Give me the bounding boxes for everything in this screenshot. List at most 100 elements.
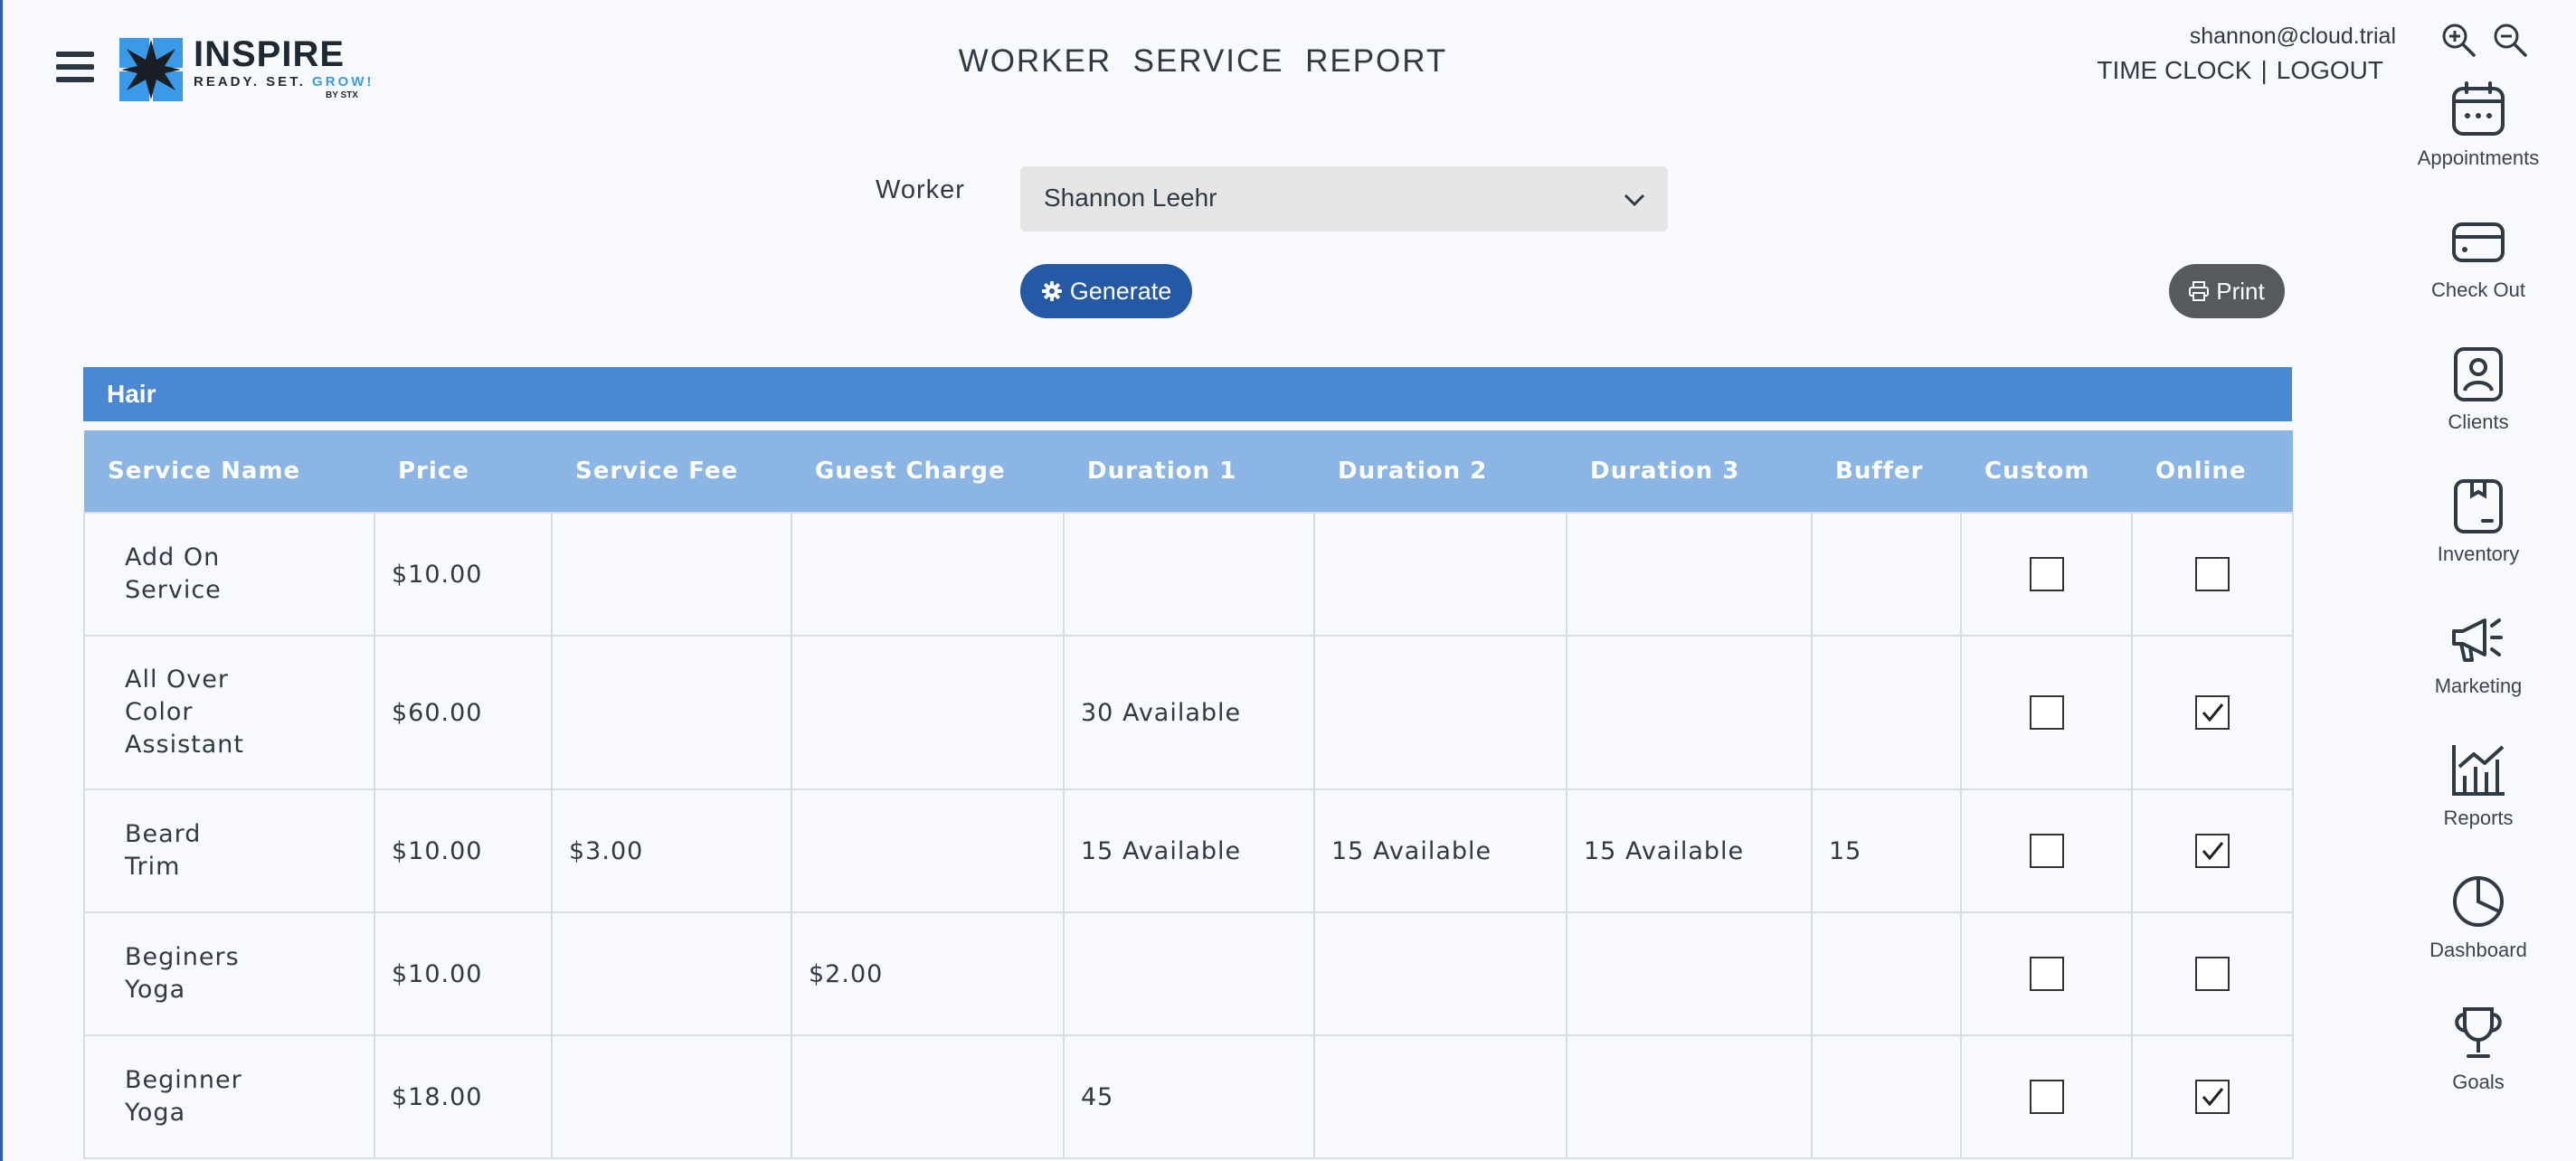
user-email: shannon@cloud.trial <box>2189 24 2396 49</box>
online-cell <box>2131 911 2294 1036</box>
duration-3-cell <box>1566 635 1813 790</box>
nav-label: Reports <box>2443 807 2514 829</box>
service-table: Service Name Price Service Fee Guest Cha… <box>83 430 2294 1159</box>
nav-inventory[interactable]: Inventory <box>2397 476 2560 608</box>
service-name-cell: Beginers Yoga <box>83 911 375 1036</box>
custom-checkbox[interactable] <box>2029 1080 2064 1114</box>
service-name-line: All Over <box>125 665 229 694</box>
column-header: Buffer <box>1812 430 1961 513</box>
zoom-out-icon[interactable] <box>2492 22 2528 58</box>
zoom-in-icon[interactable] <box>2440 22 2477 58</box>
nav-check-out[interactable]: Check Out <box>2397 212 2560 344</box>
service-name-line: Beginers <box>125 943 240 971</box>
online-checkbox[interactable] <box>2195 695 2230 730</box>
service-name-line: Beginner <box>125 1066 242 1094</box>
online-cell <box>2131 1034 2294 1159</box>
column-header: Online <box>2132 430 2293 513</box>
service-name-cell: Beard Trim <box>83 788 375 913</box>
service-name-cell: Add On Service <box>83 512 375 637</box>
duration-1-cell <box>1063 911 1315 1036</box>
custom-cell <box>1960 788 2133 913</box>
worker-select-value: Shannon Leehr <box>1044 184 1217 212</box>
custom-checkbox[interactable] <box>2029 834 2064 868</box>
table-row: Add On Service $10.00 <box>83 512 2294 637</box>
table-row: All Over Color Assistant $60.00 30 Available <box>83 635 2294 790</box>
window-left-edge <box>0 0 3 1161</box>
custom-checkbox[interactable] <box>2029 695 2064 730</box>
bar-chart-icon <box>2452 745 2505 796</box>
duration-1-cell: 30 Available <box>1063 635 1315 790</box>
calendar-icon <box>2452 81 2505 136</box>
online-checkbox[interactable] <box>2195 834 2230 868</box>
online-cell <box>2131 635 2294 790</box>
column-header: Guest Charge <box>791 430 1064 513</box>
trophy-icon <box>2455 1007 2502 1058</box>
worker-select[interactable]: Shannon Leehr <box>1020 166 1668 231</box>
online-cell <box>2131 788 2294 913</box>
custom-cell <box>1960 635 2133 790</box>
logout-link[interactable]: LOGOUT <box>2277 56 2383 84</box>
table-body: Add On Service $10.00 All Over Color Assistan… <box>83 512 2294 1159</box>
online-checkbox[interactable] <box>2195 957 2230 991</box>
nav-reports[interactable]: Reports <box>2397 740 2560 872</box>
custom-cell <box>1960 1034 2133 1159</box>
service-name-line: Assistant <box>125 731 245 759</box>
buffer-cell <box>1811 512 1962 637</box>
service-name-line: Yoga <box>125 976 186 1004</box>
service-name-cell: Beginner Yoga <box>83 1034 375 1159</box>
duration-3-cell <box>1566 512 1813 637</box>
duration-3-cell <box>1566 911 1813 1036</box>
page-title: WORKER SERVICE REPORT <box>958 43 1448 79</box>
service-name-line: Yoga <box>125 1099 186 1127</box>
duration-2-cell <box>1313 635 1567 790</box>
pie-chart-icon <box>2453 876 2504 927</box>
online-cell <box>2131 512 2294 637</box>
online-checkbox[interactable] <box>2195 1080 2230 1114</box>
nav-label: Goals <box>2452 1071 2505 1093</box>
nav-label: Inventory <box>2437 543 2520 565</box>
guest-charge-cell <box>791 512 1065 637</box>
buffer-cell <box>1811 635 1962 790</box>
column-header: Duration 3 <box>1567 430 1812 513</box>
logo-byline: BY STX <box>326 90 358 100</box>
chevron-down-icon <box>1624 194 1645 207</box>
column-header: Custom <box>1961 430 2132 513</box>
nav-dashboard[interactable]: Dashboard <box>2397 872 2560 1004</box>
user-links: TIME CLOCK | LOGOUT <box>2097 56 2383 85</box>
duration-2-cell <box>1313 512 1567 637</box>
nav-goals[interactable]: Goals <box>2397 1004 2560 1136</box>
custom-checkbox[interactable] <box>2029 957 2064 991</box>
column-header: Duration 1 <box>1064 430 1314 513</box>
service-name-line: Beard <box>125 820 202 848</box>
table-row: Beginers Yoga $10.00 $2.00 <box>83 911 2294 1036</box>
duration-2-cell <box>1313 1034 1567 1159</box>
custom-checkbox[interactable] <box>2029 557 2064 591</box>
checkmark-icon <box>2202 1088 2224 1107</box>
custom-cell <box>1960 512 2133 637</box>
price-cell: $10.00 <box>374 911 553 1036</box>
print-button[interactable]: Print <box>2169 264 2285 318</box>
service-fee-cell <box>551 635 792 790</box>
duration-1-cell <box>1063 512 1315 637</box>
guest-charge-cell: $2.00 <box>791 911 1065 1036</box>
generate-button-label: Generate <box>1069 277 1172 305</box>
checkmark-icon <box>2202 703 2224 722</box>
nav-label: Dashboard <box>2429 939 2527 961</box>
price-cell: $60.00 <box>374 635 553 790</box>
inventory-box-icon <box>2454 479 2503 533</box>
duration-2-cell: 15 Available <box>1313 788 1567 913</box>
credit-card-icon <box>2452 222 2505 262</box>
service-name-line: Color <box>125 698 194 726</box>
service-fee-cell <box>551 512 792 637</box>
print-button-label: Print <box>2216 277 2265 305</box>
online-checkbox[interactable] <box>2195 557 2230 591</box>
service-fee-cell: $3.00 <box>551 788 792 913</box>
guest-charge-cell <box>791 635 1065 790</box>
nav-marketing[interactable]: Marketing <box>2397 608 2560 740</box>
price-cell: $18.00 <box>374 1034 553 1159</box>
nav-appointments[interactable]: Appointments <box>2397 80 2560 212</box>
time-clock-link[interactable]: TIME CLOCK <box>2097 56 2251 84</box>
nav-clients[interactable]: Clients <box>2397 344 2560 476</box>
generate-button[interactable]: Generate <box>1020 264 1192 318</box>
printer-icon <box>2189 281 2210 301</box>
